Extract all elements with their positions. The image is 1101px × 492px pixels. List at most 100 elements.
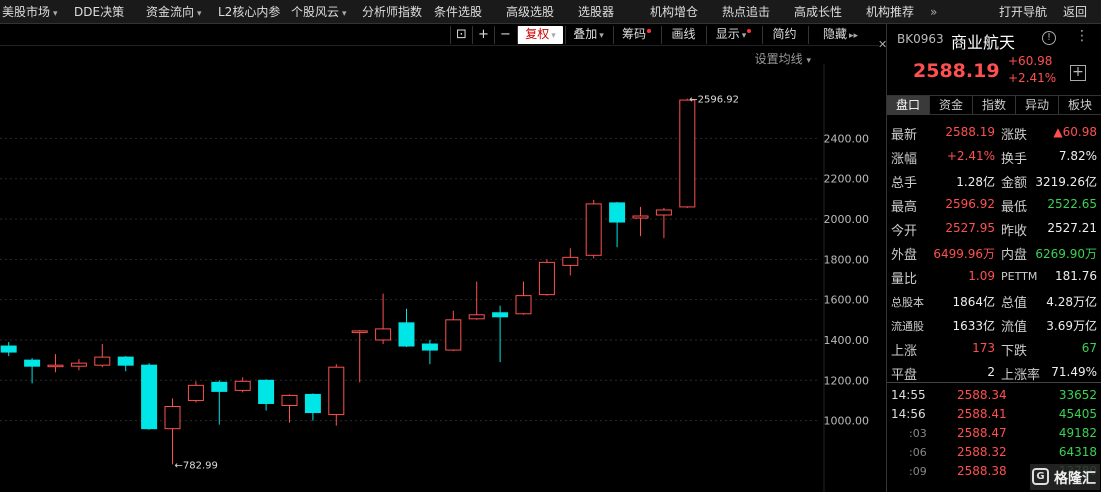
info-icon[interactable]: ! <box>1042 31 1056 45</box>
candle-body <box>632 215 649 219</box>
menu-item[interactable]: 条件选股 <box>434 0 482 24</box>
quote-value: +2.41% <box>946 149 995 163</box>
menu-item[interactable]: 返回 <box>1063 0 1087 24</box>
y-tick-label: 1000.00 <box>824 415 870 428</box>
trade-volume: 45405 <box>1058 407 1097 421</box>
tick-trade-row: :06 2588.32 64318 <box>887 443 1101 462</box>
collapse-panel-icon[interactable]: ✕ <box>878 38 887 51</box>
quote-value: 1864亿 <box>952 295 995 309</box>
trade-time: 14:55 <box>891 388 926 402</box>
last-price: 2588.19 <box>913 60 1000 82</box>
overlay-button[interactable]: 叠加 ▾ <box>565 26 611 44</box>
trade-price: 2588.41 <box>957 407 1007 421</box>
menu-item[interactable]: 高成长性 <box>794 0 842 24</box>
display-button[interactable]: 显示 ▾ <box>706 26 760 44</box>
menu-item[interactable]: 资金流向 ▾ <box>146 0 202 24</box>
menu-item[interactable]: 选股器 <box>578 0 614 24</box>
candle-body <box>562 256 579 266</box>
chips-button[interactable]: 筹码 <box>613 26 659 44</box>
hide-button[interactable]: 隐藏 ▸▸ <box>808 26 872 44</box>
more-vertical-icon[interactable]: ⋮ <box>1075 28 1089 44</box>
chevron-down-icon: ▾ <box>342 9 347 19</box>
quote-label: 总值 <box>1001 296 1028 311</box>
kline-chart-area[interactable]: 1000.00 1200.00 1400.00 1600.00 1800.00 2000.… <box>0 24 879 492</box>
menu-item[interactable]: 美股市场 ▾ <box>2 0 58 24</box>
quote-tab[interactable]: 异动 <box>1016 96 1059 115</box>
quote-label: 今开 <box>891 224 918 239</box>
quote-row: 总股本 1864亿 总值 4.28万亿 <box>887 288 1101 312</box>
menu-item[interactable]: L2核心内参 <box>218 0 280 24</box>
quote-tab[interactable]: 指数 <box>973 96 1016 115</box>
tick-trade-row: 14:55 2588.34 33652 <box>887 386 1101 405</box>
menu-item[interactable]: 机构增仓 <box>650 0 698 24</box>
quote-tabs: 盘口 资金 指数 异动 板块 <box>887 95 1101 115</box>
quote-label: 平盘 <box>891 368 918 383</box>
trade-time: 14:56 <box>891 407 926 421</box>
quote-label: 总手 <box>891 176 918 191</box>
trade-time: :03 <box>909 427 927 440</box>
double-chevron-right-icon[interactable]: » <box>930 0 937 24</box>
quote-panel: ✕ BK0963 商业航天 ! ⋮ 2588.19 +60.98 +2.41% … <box>878 24 1101 492</box>
trade-price: 2588.34 <box>957 388 1007 402</box>
quote-value: 2527.21 <box>1047 221 1097 235</box>
candle-body <box>375 328 392 341</box>
trade-volume: 64318 <box>1058 445 1097 459</box>
quote-value: 2527.95 <box>945 221 995 235</box>
quote-label: 总股本 <box>891 296 924 309</box>
quote-value: 6269.90万 <box>1035 247 1097 261</box>
watermark-logo: G 格隆汇 <box>1030 464 1100 490</box>
zoom-in-icon[interactable]: + <box>472 26 494 44</box>
quote-row: 量比 1.09 PETTM 181.76 <box>887 264 1101 288</box>
kline-chart[interactable]: 1000.00 1200.00 1400.00 1600.00 1800.00 2000.… <box>0 24 879 492</box>
quote-row: 外盘 6499.96万 内盘 6269.90万 <box>887 240 1101 264</box>
candle-body <box>445 319 462 351</box>
quote-label: 昨收 <box>1001 224 1028 239</box>
candle-body <box>304 393 321 414</box>
y-tick-label: 1800.00 <box>824 253 870 266</box>
y-tick-label: 2200.00 <box>824 173 870 186</box>
chevron-down-icon: ▾ <box>53 9 58 19</box>
trade-price: 2588.32 <box>957 445 1007 459</box>
menu-item[interactable]: 打开导航 <box>999 0 1047 24</box>
candle-body <box>421 343 438 351</box>
menu-item[interactable]: 高级选股 <box>506 0 554 24</box>
menu-item-label: 美股市场 <box>2 5 51 19</box>
quote-label: 上涨率 <box>1001 368 1041 383</box>
quote-tab[interactable]: 盘口 <box>887 96 930 115</box>
quote-label: 量比 <box>891 272 918 287</box>
restore-rights-button[interactable]: 复权 ▾ <box>517 26 563 44</box>
menu-item[interactable]: 分析师指数 <box>362 0 422 24</box>
draw-line-button[interactable]: 画线 <box>661 26 705 44</box>
candle-body <box>351 330 368 333</box>
menu-item[interactable]: 个股风云 ▾ <box>291 0 347 24</box>
zoom-out-icon[interactable]: − <box>494 26 516 44</box>
quote-label: PETTM <box>1001 270 1038 283</box>
candle-body <box>538 261 555 296</box>
ma-setting-label: 设置均线 <box>754 52 803 66</box>
y-tick-label: 2000.00 <box>824 213 870 226</box>
trade-volume: 33652 <box>1058 388 1097 402</box>
menu-item-label: DDE决策 <box>74 5 125 19</box>
menu-item[interactable]: 机构推荐 <box>866 0 914 24</box>
quote-row: 最高 2596.92 最低 2522.65 <box>887 192 1101 216</box>
quote-tab[interactable]: 板块 <box>1059 96 1101 115</box>
chips-label: 筹码 <box>621 27 646 41</box>
candle-body <box>492 312 509 318</box>
menu-item[interactable]: DDE决策 <box>74 0 124 24</box>
lock-icon[interactable]: ⊡ <box>450 26 472 44</box>
quote-value: 7.82% <box>1058 149 1097 163</box>
quote-tab[interactable]: 资金 <box>930 96 973 115</box>
quote-label: 外盘 <box>891 248 918 263</box>
quote-value: 3219.26亿 <box>1035 175 1097 189</box>
quote-value: 173 <box>972 341 995 355</box>
simple-mode-button[interactable]: 简约 <box>762 26 806 44</box>
menu-item[interactable]: 热点追击 <box>722 0 770 24</box>
ma-setting-button[interactable]: 设置均线 ▾ <box>755 50 811 67</box>
restore-rights-label: 复权 <box>525 27 550 41</box>
simple-mode-label: 简约 <box>772 27 797 41</box>
trade-time: :09 <box>909 465 927 478</box>
display-label: 显示 <box>715 27 740 41</box>
notification-dot-icon <box>647 29 651 33</box>
divider <box>887 382 1101 383</box>
add-watchlist-icon[interactable]: + <box>1070 65 1086 81</box>
